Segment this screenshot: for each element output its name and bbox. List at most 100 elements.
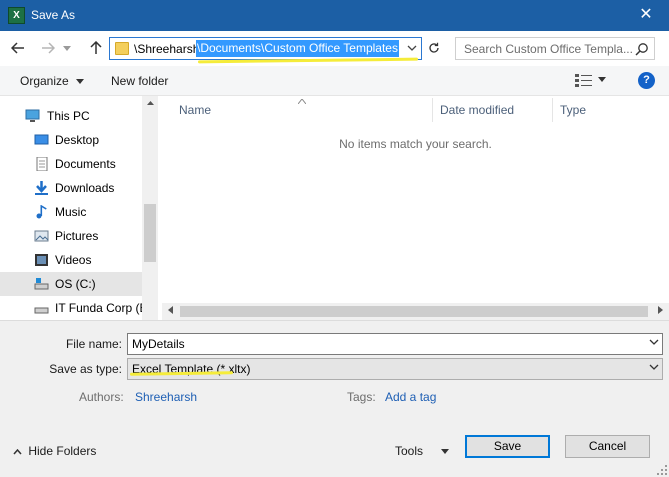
chevron-left-icon	[168, 306, 173, 314]
downloads-icon	[35, 181, 48, 195]
view-dropdown-button[interactable]	[598, 74, 606, 84]
nav-item-documents[interactable]: Documents	[0, 152, 142, 176]
address-dropdown-button[interactable]	[405, 41, 419, 57]
nav-scrollbar[interactable]	[142, 96, 158, 320]
sort-ascending-icon	[297, 96, 307, 106]
search-input[interactable]: Search Custom Office Templa...	[464, 42, 636, 56]
help-icon[interactable]: ?	[638, 72, 655, 89]
chevron-down-icon	[441, 449, 449, 454]
chevron-down-icon	[649, 364, 659, 370]
chevron-down-icon	[598, 77, 606, 82]
save-as-type-select[interactable]: Excel Template (*.xltx)	[127, 358, 663, 380]
search-icon	[635, 43, 648, 56]
cancel-button[interactable]: Cancel	[565, 435, 650, 458]
desktop-icon	[34, 134, 49, 145]
tools-dropdown-button[interactable]	[441, 440, 449, 462]
nav-item-label: This PC	[47, 109, 90, 123]
nav-item-label: IT Funda Corp (E	[55, 301, 142, 315]
nav-item-music[interactable]: Music	[0, 200, 142, 224]
scroll-up-button[interactable]	[142, 96, 158, 112]
file-name-value[interactable]: MyDetails	[132, 337, 185, 351]
scroll-thumb[interactable]	[180, 306, 648, 317]
empty-state-message: No items match your search.	[339, 137, 492, 151]
arrow-right-icon	[42, 42, 56, 54]
recent-locations-button[interactable]	[60, 37, 74, 59]
resize-grip-icon[interactable]	[657, 465, 667, 475]
chevron-down-icon	[63, 46, 71, 51]
chevron-down-icon	[76, 79, 85, 85]
refresh-button[interactable]	[424, 37, 444, 60]
computer-icon	[25, 109, 40, 122]
window-title: Save As	[31, 8, 76, 22]
organize-button[interactable]: Organize	[20, 74, 85, 88]
navigation-pane: This PC Desktop Documents Downloads Musi…	[0, 96, 158, 320]
toolbar: Organize New folder ?	[0, 66, 669, 96]
nav-item-label: Videos	[55, 253, 92, 267]
folder-icon	[115, 42, 129, 55]
new-folder-button[interactable]: New folder	[111, 74, 168, 88]
column-header-date-modified[interactable]: Date modified	[440, 98, 514, 122]
nav-item-label: Pictures	[55, 229, 99, 243]
nav-item-label: Music	[55, 205, 87, 219]
column-header-name[interactable]: Name	[179, 98, 211, 122]
scroll-left-button[interactable]	[162, 303, 179, 320]
scroll-right-button[interactable]	[652, 303, 669, 320]
title-bar: X Save As ✕	[0, 0, 669, 31]
nav-item-label: OS (C:)	[55, 277, 96, 291]
save-form: File name: MyDetails Save as type: Excel…	[0, 320, 669, 477]
nav-item-pictures[interactable]: Pictures	[0, 224, 142, 248]
forward-button[interactable]	[36, 37, 60, 59]
drive-icon	[34, 307, 49, 314]
up-button[interactable]	[84, 37, 108, 59]
nav-item-os-c[interactable]: OS (C:)	[0, 272, 142, 296]
authors-label: Authors:	[79, 390, 124, 404]
save-as-type-dropdown-button[interactable]	[649, 362, 659, 373]
close-button[interactable]: ✕	[623, 0, 669, 31]
nav-item-it-funda-corp[interactable]: IT Funda Corp (E	[0, 296, 142, 320]
back-button[interactable]	[6, 37, 30, 59]
address-path-prefix: \Shreeharsh	[134, 42, 200, 56]
scroll-thumb[interactable]	[144, 204, 156, 262]
chevron-up-icon	[13, 447, 25, 457]
nav-item-this-pc[interactable]: This PC	[0, 104, 142, 128]
hide-folders-button[interactable]: Hide Folders	[13, 444, 96, 458]
column-divider[interactable]	[552, 98, 553, 122]
save-button[interactable]: Save	[465, 435, 550, 458]
tags-label: Tags:	[347, 390, 376, 404]
arrow-left-icon	[10, 42, 24, 54]
search-box[interactable]: Search Custom Office Templa...	[455, 37, 655, 60]
drive-icon	[34, 278, 49, 290]
chevron-down-icon	[649, 339, 659, 345]
address-path-selected: \Documents\Custom Office Templates	[196, 40, 399, 57]
address-bar[interactable]: \Shreeharsh \Documents\Custom Office Tem…	[109, 37, 422, 60]
organize-label: Organize	[20, 74, 69, 88]
view-options-icon[interactable]	[575, 74, 592, 87]
chevron-down-icon	[407, 45, 417, 51]
add-tag-link[interactable]: Add a tag	[385, 390, 436, 404]
nav-item-label: Desktop	[55, 133, 100, 147]
tools-button[interactable]: Tools	[395, 440, 423, 462]
nav-item-label: Downloads	[55, 181, 115, 195]
chevron-up-icon	[146, 101, 154, 105]
nav-item-downloads[interactable]: Downloads	[0, 176, 142, 200]
column-divider[interactable]	[432, 98, 433, 122]
nav-item-label: Documents	[55, 157, 116, 171]
column-header-type[interactable]: Type	[560, 98, 586, 122]
file-list: Name Date modified Type No items match y…	[162, 96, 669, 320]
save-as-type-label: Save as type:	[49, 362, 122, 376]
file-name-label: File name:	[65, 337, 122, 351]
file-name-field[interactable]: MyDetails	[127, 333, 663, 355]
documents-icon	[36, 157, 48, 171]
music-icon	[36, 205, 47, 219]
chevron-right-icon	[658, 306, 663, 314]
refresh-icon	[429, 42, 439, 53]
nav-item-videos[interactable]: Videos	[0, 248, 142, 272]
file-list-horizontal-scrollbar[interactable]	[162, 303, 669, 320]
arrow-up-icon	[90, 40, 102, 54]
pictures-icon	[34, 230, 49, 242]
authors-value[interactable]: Shreeharsh	[135, 390, 197, 404]
nav-item-desktop[interactable]: Desktop	[0, 128, 142, 152]
file-name-dropdown-button[interactable]	[649, 337, 659, 348]
hide-folders-label: Hide Folders	[28, 444, 97, 458]
excel-icon: X	[8, 7, 25, 24]
